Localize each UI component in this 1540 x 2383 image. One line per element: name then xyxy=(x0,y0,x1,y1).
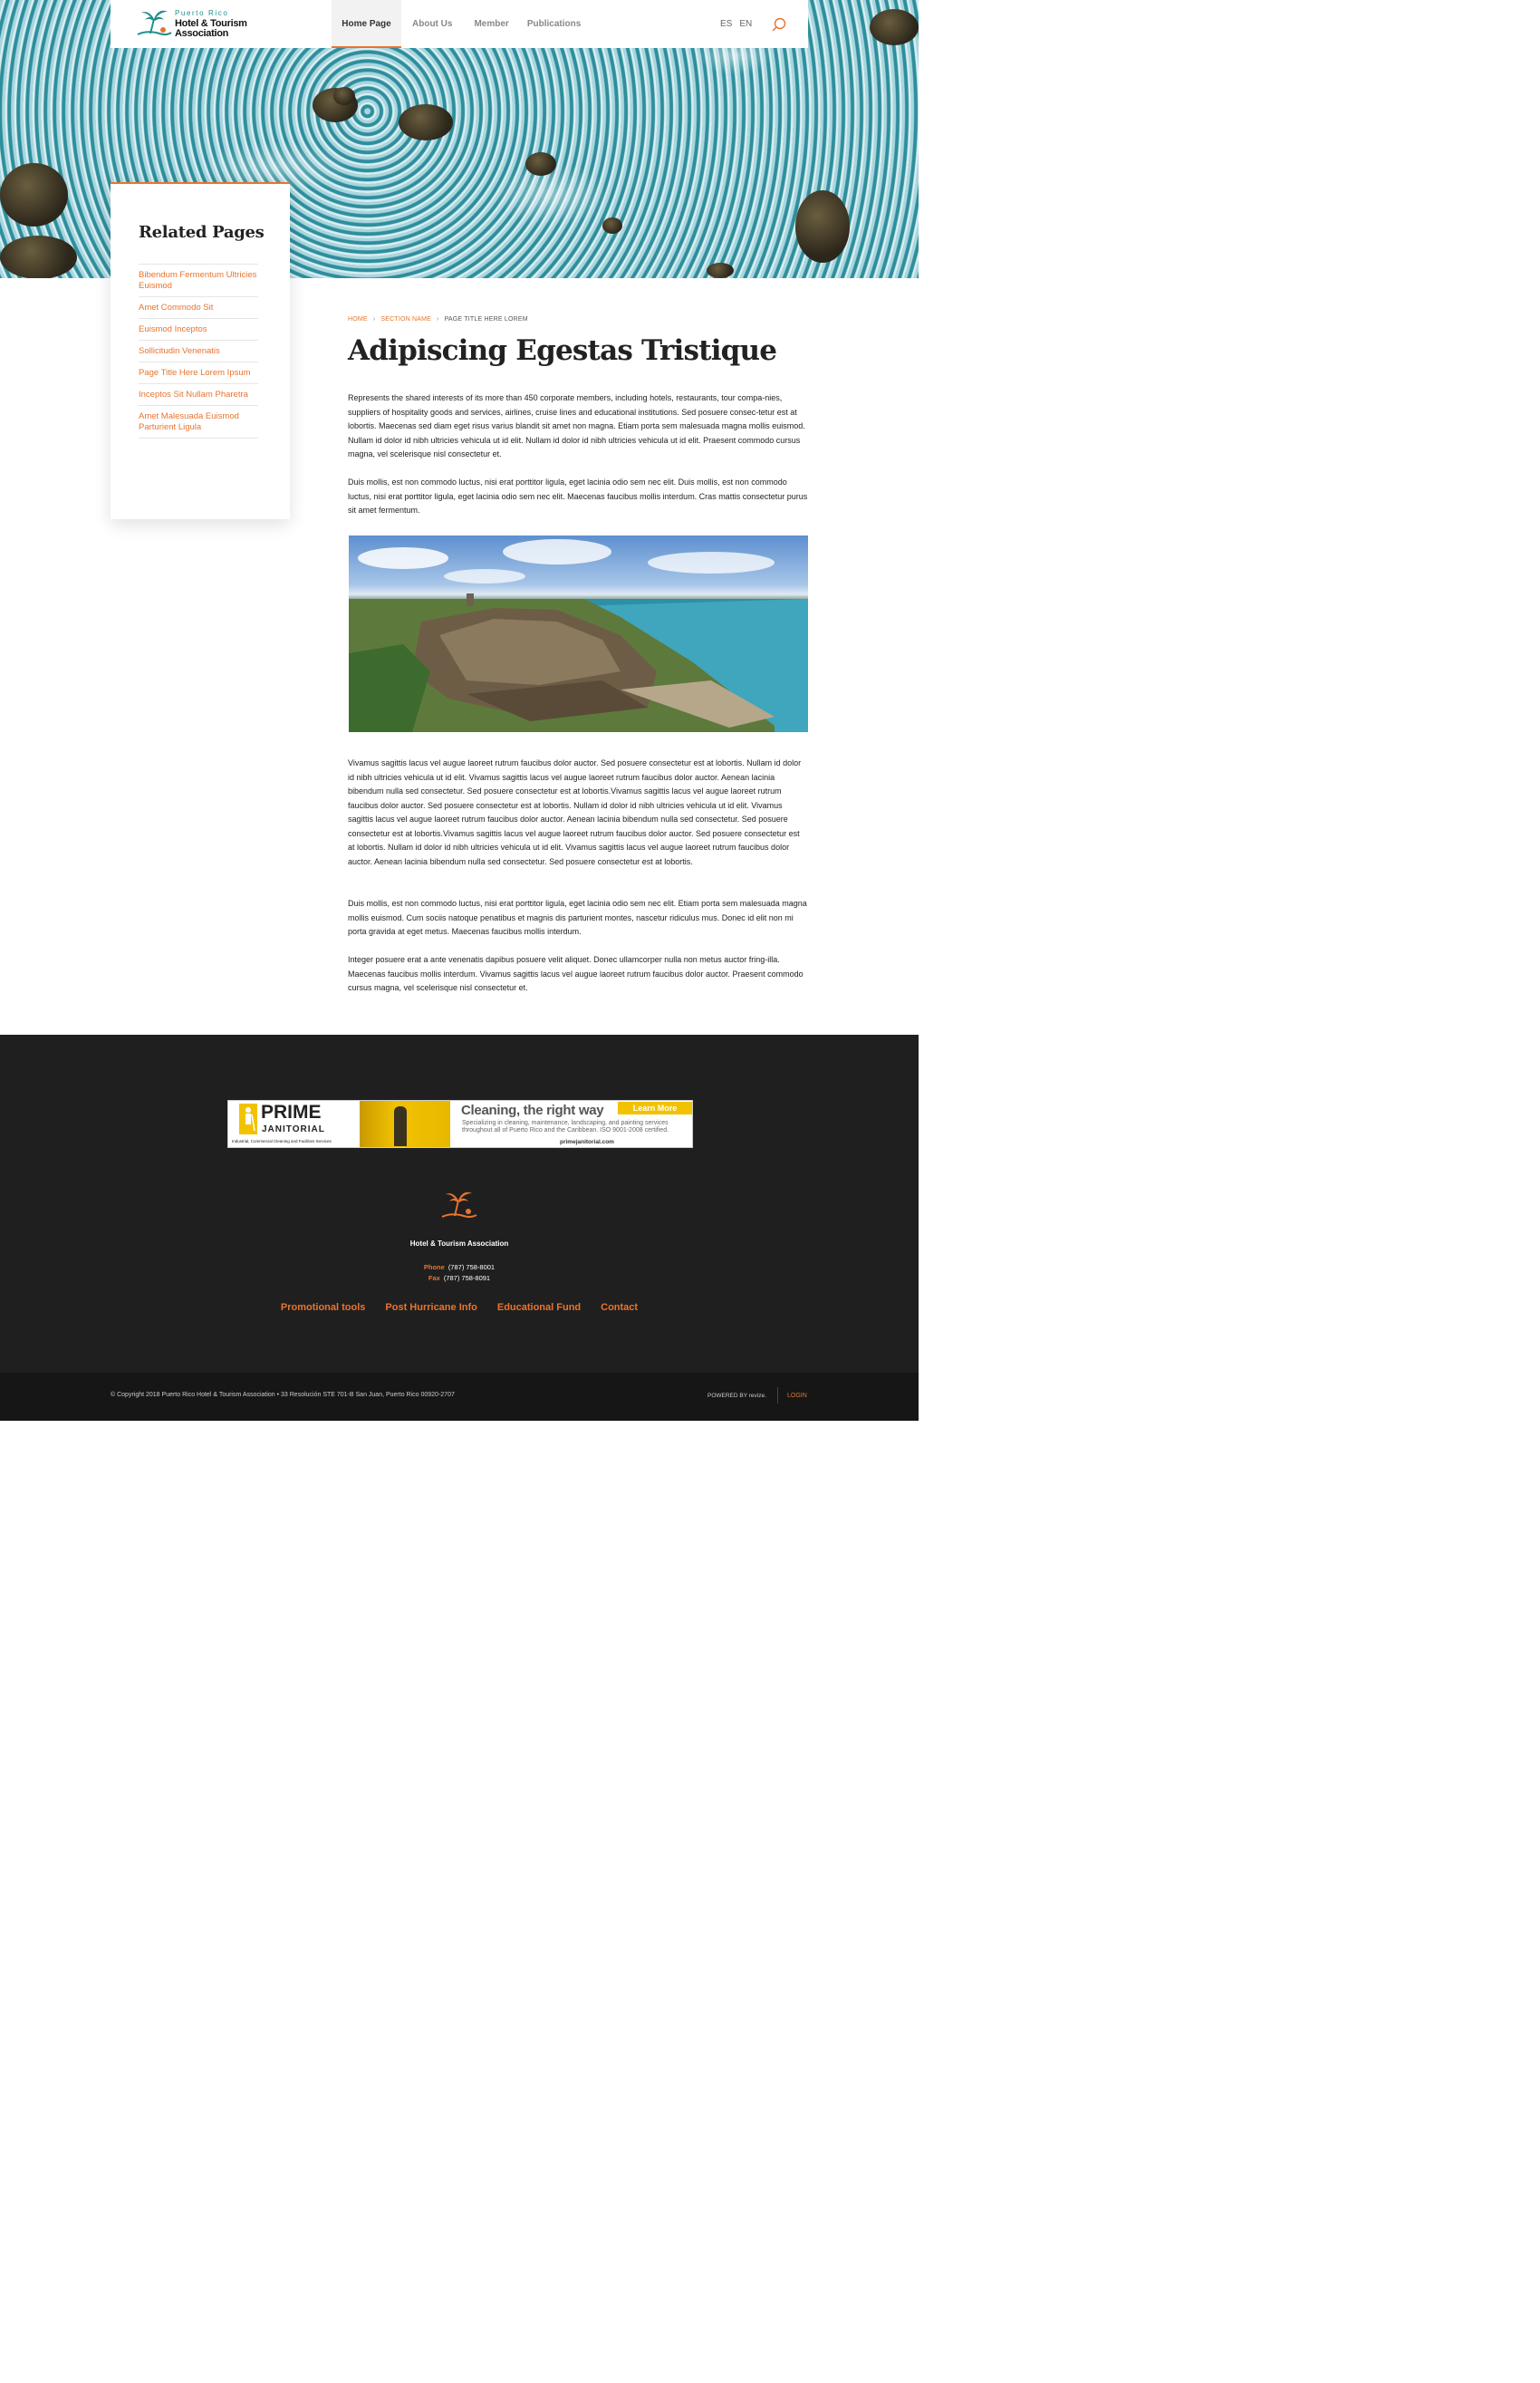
rock xyxy=(795,190,850,263)
rock xyxy=(525,152,556,176)
copyright: © Copyright 2018 Puerto Rico Hotel & Tou… xyxy=(111,1392,455,1398)
bottom-bar: © Copyright 2018 Puerto Rico Hotel & Tou… xyxy=(0,1373,919,1421)
footer-link-contact[interactable]: Contact xyxy=(601,1302,638,1313)
related-page-link[interactable]: Euismod Inceptos xyxy=(139,318,258,340)
related-page-link[interactable]: Bibendum Fermentum Ultricies Euismod xyxy=(139,264,258,296)
body-paragraph: Integer posuere erat a ante venenatis da… xyxy=(348,955,804,992)
body-paragraph: Duis mollis, est non commodo luctus, nis… xyxy=(348,478,808,515)
rock xyxy=(0,163,68,227)
ad-brand: PRIME xyxy=(261,1102,322,1123)
powered-by[interactable]: POWERED BY revize. xyxy=(707,1393,766,1399)
rock xyxy=(0,236,77,278)
main-nav: Home Page About Us Member Publications xyxy=(332,0,592,48)
ad-body: Specializing in cleaning, maintenance, l… xyxy=(462,1120,669,1134)
site-footer: PRIME JANITORIAL Industrial, Commercial … xyxy=(0,1035,919,1373)
nav-publications[interactable]: Publications xyxy=(520,0,592,48)
related-page-link[interactable]: Inceptos Sit Nullam Pharetra xyxy=(139,383,258,405)
site-logo[interactable]: Puerto Rico Hotel & Tourism Association xyxy=(136,6,247,41)
rock xyxy=(399,104,453,140)
footer-phone: Phone (787) 758-8001 xyxy=(0,1263,919,1271)
fortress-photo xyxy=(349,535,808,732)
page-title: Adipiscing Egestas Tristique xyxy=(348,334,777,367)
nav-about-us[interactable]: About Us xyxy=(401,0,463,48)
fax-number: (787) 758-8091 xyxy=(443,1274,491,1282)
logo-line-2: Association xyxy=(175,28,229,39)
ad-banner[interactable]: PRIME JANITORIAL Industrial, Commercial … xyxy=(227,1100,693,1148)
ad-headline: Cleaning, the right way xyxy=(461,1103,604,1118)
lang-en[interactable]: EN xyxy=(739,19,752,29)
rock xyxy=(707,263,734,278)
footer-link-educational-fund[interactable]: Educational Fund xyxy=(497,1302,581,1313)
login-link[interactable]: LOGIN xyxy=(787,1393,807,1399)
ad-learn-more-button[interactable]: Learn More xyxy=(618,1102,692,1114)
body-paragraph: Duis mollis, est non commodo luctus, nis… xyxy=(348,899,807,936)
phone-number[interactable]: (787) 758-8001 xyxy=(448,1263,495,1271)
related-pages-panel: Related Pages Bibendum Fermentum Ultrici… xyxy=(111,182,290,519)
footer-link-post-hurricane-info[interactable]: Post Hurricane Info xyxy=(385,1302,476,1313)
breadcrumb-home[interactable]: HOME xyxy=(348,316,368,323)
breadcrumb: HOME › SECTION NAME › PAGE TITLE HERE LO… xyxy=(348,316,528,323)
rock xyxy=(870,9,919,45)
related-page-link[interactable]: Amet Commodo Sit xyxy=(139,296,258,318)
breadcrumb-current: PAGE TITLE HERE LOREM xyxy=(444,316,528,323)
related-pages-list: Bibendum Fermentum Ultricies Euismod Ame… xyxy=(139,264,258,439)
footer-org-name: Hotel & Tourism Association xyxy=(409,1240,509,1248)
ad-brand-tag: Industrial, Commercial Cleaning and Faci… xyxy=(232,1139,332,1143)
search-icon[interactable] xyxy=(772,17,786,32)
footer-palm-logo-icon[interactable] xyxy=(440,1189,478,1223)
body-paragraph: Represents the shared interests of its m… xyxy=(348,393,805,458)
palm-logo-icon xyxy=(137,10,172,36)
fortress-illustration xyxy=(349,539,808,732)
janitor-icon xyxy=(239,1104,257,1134)
lang-es[interactable]: ES xyxy=(720,19,732,29)
language-switcher: ES EN xyxy=(720,19,752,29)
ad-brand-block: PRIME JANITORIAL Industrial, Commercial … xyxy=(228,1101,360,1147)
footer-links: Promotional tools Post Hurricane Info Ed… xyxy=(0,1302,919,1313)
footer-fax: Fax (787) 758-8091 xyxy=(0,1274,919,1282)
fax-label: Fax xyxy=(428,1274,440,1282)
divider xyxy=(777,1387,778,1404)
nav-home-page[interactable]: Home Page xyxy=(332,0,401,48)
footer-link-promotional-tools[interactable]: Promotional tools xyxy=(281,1302,366,1313)
nav-member[interactable]: Member xyxy=(463,0,519,48)
body-paragraph: Vivamus sagittis lacus vel augue laoreet… xyxy=(348,758,802,866)
related-page-link[interactable]: Amet Malesuada Euismod Parturient Ligula xyxy=(139,405,258,439)
logo-tagline: Puerto Rico xyxy=(175,9,229,17)
ad-brand-sub: JANITORIAL xyxy=(262,1124,325,1134)
breadcrumb-separator-icon: › xyxy=(372,316,376,323)
rock xyxy=(333,87,355,105)
rock xyxy=(602,217,622,234)
related-page-link[interactable]: Page Title Here Lorem Ipsum xyxy=(139,362,258,383)
related-page-link[interactable]: Sollicitudin Venenatis xyxy=(139,340,258,362)
ad-url[interactable]: primejanitorial.com xyxy=(560,1139,614,1145)
breadcrumb-section[interactable]: SECTION NAME xyxy=(380,316,431,323)
phone-label: Phone xyxy=(423,1263,445,1271)
site-header: Puerto Rico Hotel & Tourism Association … xyxy=(111,0,808,48)
related-pages-title: Related Pages xyxy=(139,223,265,242)
breadcrumb-separator-icon: › xyxy=(437,316,439,323)
ad-photo xyxy=(360,1101,450,1147)
